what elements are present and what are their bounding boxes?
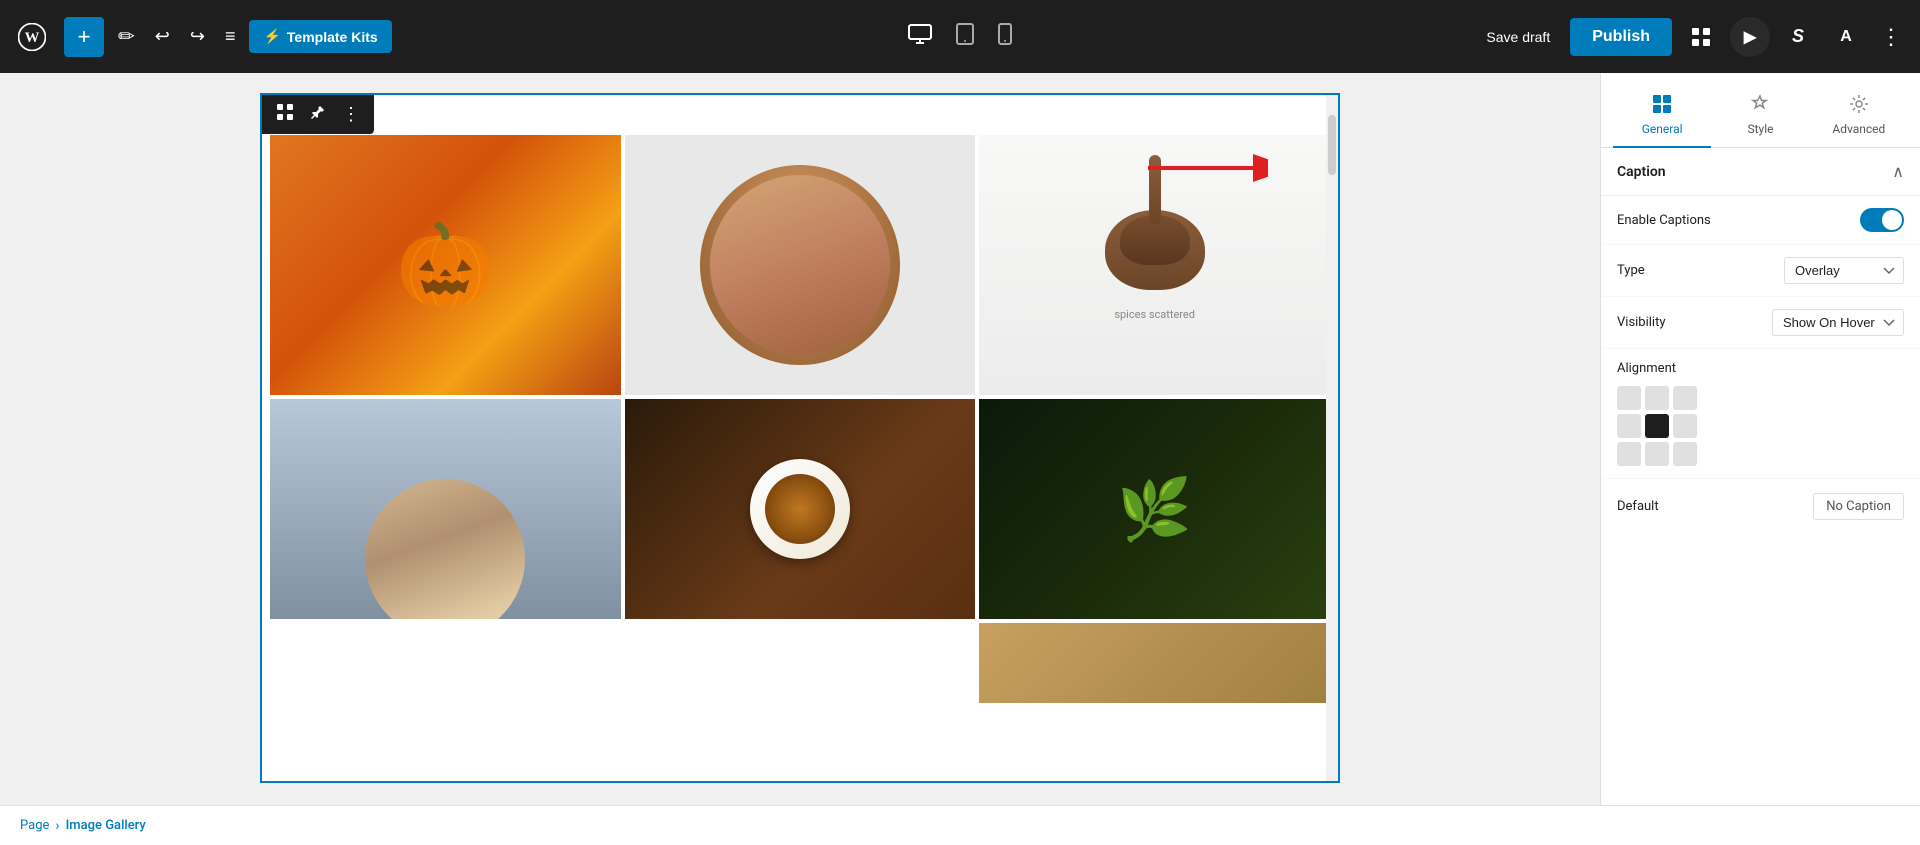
style-tab-icon: [1749, 93, 1771, 118]
align-middle-right[interactable]: [1673, 414, 1697, 438]
visibility-label: Visibility: [1617, 315, 1666, 330]
a-plugin-button[interactable]: A: [1826, 17, 1866, 57]
tab-general[interactable]: General: [1613, 85, 1711, 148]
align-spacer-3: [1701, 442, 1725, 466]
align-middle-left[interactable]: [1617, 414, 1641, 438]
canvas-frame: ⋮: [260, 93, 1340, 783]
style-tab-label: Style: [1747, 122, 1773, 136]
desktop-view-button[interactable]: [900, 18, 940, 56]
align-middle-center[interactable]: [1645, 414, 1669, 438]
alignment-grid: [1617, 386, 1904, 466]
svg-text:W: W: [25, 29, 40, 45]
align-spacer-1: [1701, 386, 1725, 410]
alignment-label: Alignment: [1617, 361, 1904, 376]
more-options-button[interactable]: ⋮: [1874, 18, 1908, 56]
caption-section-header[interactable]: Caption ∧: [1601, 148, 1920, 196]
default-label: Default: [1617, 499, 1659, 514]
block-toolbar: ⋮: [262, 95, 374, 134]
block-pin-button[interactable]: [304, 100, 332, 129]
panel-tabs: General Style Advanced: [1601, 73, 1920, 148]
gallery-image-herbs[interactable]: 🌿: [979, 399, 1330, 619]
toolbar-right: Save draft Publish ▶ S A ⋮: [1474, 16, 1908, 58]
caption-section-title: Caption: [1617, 164, 1666, 180]
device-switcher: [900, 17, 1020, 57]
mobile-view-button[interactable]: [990, 17, 1020, 56]
tablet-view-button[interactable]: [948, 17, 982, 57]
add-button[interactable]: +: [64, 17, 104, 57]
pencil-button[interactable]: ✏: [112, 18, 141, 55]
block-grid-icon[interactable]: [270, 99, 300, 130]
main-toolbar: W + ✏ ↩ ↪ ≡ ⚡ Template Kits Save draft P…: [0, 0, 1920, 73]
main-area: ⋮: [0, 73, 1920, 805]
advanced-tab-icon: [1848, 93, 1870, 118]
preview-button[interactable]: ▶: [1730, 17, 1770, 57]
align-top-right[interactable]: [1673, 386, 1697, 410]
lightning-icon: ⚡: [263, 28, 280, 45]
align-bottom-right[interactable]: [1673, 442, 1697, 466]
template-kits-button[interactable]: ⚡ Template Kits: [249, 20, 391, 53]
enable-captions-toggle[interactable]: [1860, 208, 1904, 232]
default-caption-row: Default No Caption: [1601, 479, 1920, 534]
enable-captions-row: Enable Captions: [1601, 196, 1920, 245]
block-more-button[interactable]: ⋮: [336, 100, 366, 129]
align-spacer-2: [1701, 414, 1725, 438]
right-panel: General Style Advanced: [1600, 73, 1920, 805]
breadcrumb-separator: ›: [55, 818, 59, 834]
scroll-thumb: [1328, 115, 1336, 175]
tab-advanced[interactable]: Advanced: [1810, 85, 1908, 148]
enable-captions-label: Enable Captions: [1617, 213, 1711, 228]
canvas-scrollbar[interactable]: [1326, 95, 1338, 781]
visibility-row: Visibility Show On Hover Always Show Nev…: [1601, 297, 1920, 349]
gallery-image-blonde-woman[interactable]: [270, 399, 621, 619]
template-kits-label: Template Kits: [287, 29, 378, 45]
type-label: Type: [1617, 263, 1645, 278]
wp-logo: W: [12, 17, 52, 57]
gallery-image-woman-portrait[interactable]: [625, 135, 976, 395]
align-top-center[interactable]: [1645, 386, 1669, 410]
type-row: Type Overlay Below Image None: [1601, 245, 1920, 297]
align-bottom-left[interactable]: [1617, 442, 1641, 466]
menu-button[interactable]: ≡: [219, 20, 242, 53]
tab-style[interactable]: Style: [1711, 85, 1809, 148]
s-plugin-button[interactable]: S: [1778, 17, 1818, 57]
gallery-image-spices[interactable]: [979, 623, 1330, 703]
gallery-image-tea[interactable]: [625, 399, 976, 619]
breadcrumb-current: Image Gallery: [66, 818, 146, 833]
align-bottom-center[interactable]: [1645, 442, 1669, 466]
visibility-select[interactable]: Show On Hover Always Show Never Show: [1772, 309, 1904, 336]
canvas-view-button[interactable]: [1680, 16, 1722, 58]
general-tab-icon: [1651, 93, 1673, 118]
caption-collapse-icon: ∧: [1892, 162, 1904, 181]
breadcrumb: Page › Image Gallery: [0, 805, 1920, 845]
gallery-image-mortar[interactable]: spices scattered: [979, 135, 1330, 395]
undo-button[interactable]: ↩: [149, 20, 176, 53]
publish-button[interactable]: Publish: [1570, 18, 1672, 56]
alignment-section: Alignment: [1601, 349, 1920, 479]
save-draft-button[interactable]: Save draft: [1474, 21, 1562, 53]
type-select[interactable]: Overlay Below Image None: [1784, 257, 1904, 284]
advanced-tab-label: Advanced: [1832, 122, 1885, 136]
align-top-left[interactable]: [1617, 386, 1641, 410]
gallery-image-pumpkins[interactable]: [270, 135, 621, 395]
breadcrumb-page[interactable]: Page: [20, 818, 49, 833]
general-tab-label: General: [1642, 122, 1683, 136]
no-caption-value[interactable]: No Caption: [1813, 493, 1904, 520]
gallery-grid: spices scattered 🌿: [262, 95, 1338, 711]
canvas-area: ⋮: [0, 73, 1600, 805]
redo-button[interactable]: ↪: [184, 20, 211, 53]
panel-content: Caption ∧ Enable Captions Type Overlay B…: [1601, 148, 1920, 805]
